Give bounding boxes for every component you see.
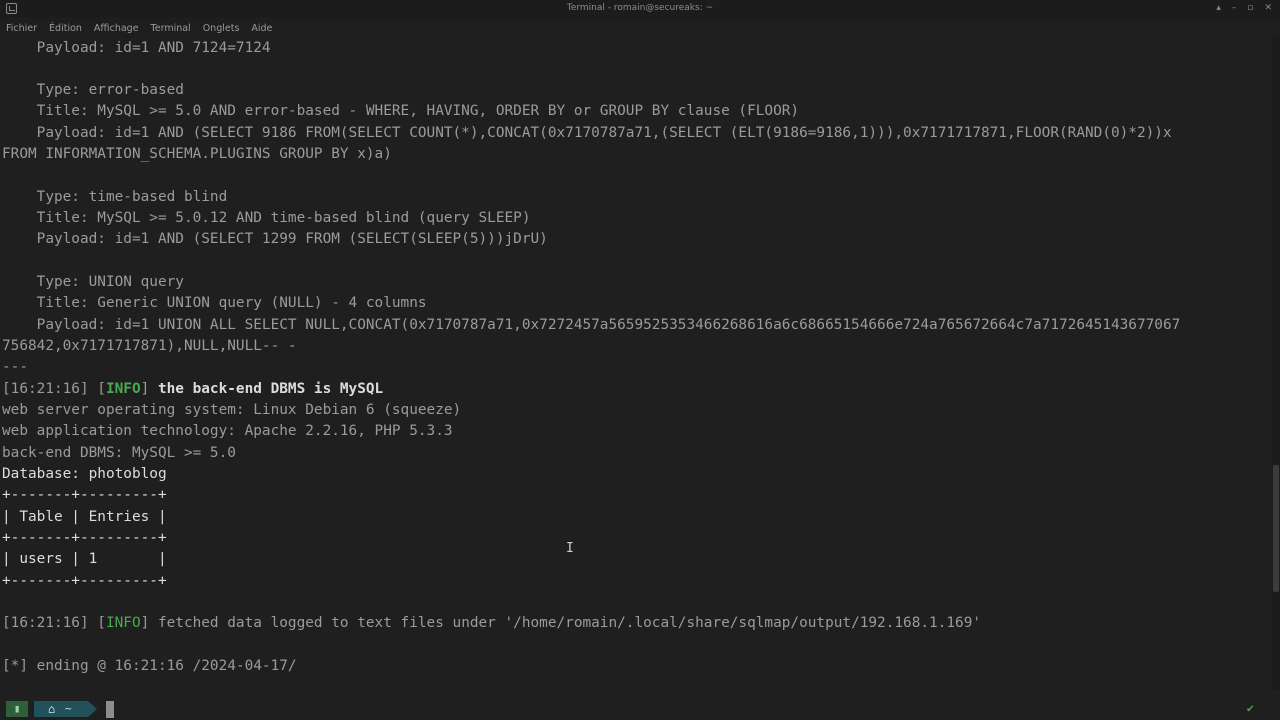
terminal-line: Title: MySQL >= 5.0 AND error-based - WH… [2, 103, 800, 119]
home-icon: ⌂ [48, 702, 56, 716]
scrollbar-thumb[interactable] [1273, 465, 1279, 592]
text-cursor[interactable] [106, 701, 114, 718]
prompt-path-segment: ⌂ ~ [34, 701, 88, 717]
shell-prompt[interactable]: ▮ ⌂ ~ ✔ [0, 698, 1280, 720]
menu-view[interactable]: Affichage [94, 23, 139, 34]
info-log-line: [16:21:16] [INFO] fetched data logged to… [2, 615, 982, 631]
menu-tabs[interactable]: Onglets [203, 23, 240, 34]
info-tag: INFO [105, 381, 141, 397]
info-tag: INFO [105, 615, 141, 631]
prompt-dir: ~ [65, 702, 72, 715]
terminal-line: Payload: id=1 AND (SELECT 1299 FROM (SEL… [2, 231, 548, 247]
menu-bar: Fichier Édition Affichage Terminal Ongle… [0, 18, 1280, 38]
title-bar: Terminal - romain@secureaks: ~ ▴ – ▫ ✕ [0, 0, 1280, 18]
scrollbar-track[interactable] [1272, 38, 1280, 690]
terminal-output[interactable]: Payload: id=1 AND 7124=7124 Type: error-… [0, 38, 1270, 690]
menu-file[interactable]: Fichier [6, 23, 37, 34]
menu-help[interactable]: Aide [251, 23, 272, 34]
window-controls: ▴ – ▫ ✕ [1216, 2, 1272, 14]
menu-edit[interactable]: Édition [49, 23, 82, 34]
window-title: Terminal - romain@secureaks: ~ [566, 3, 714, 13]
terminal-line: web server operating system: Linux Debia… [2, 402, 462, 418]
prompt-segment-icon: ▮ [6, 701, 28, 717]
table-border: +-------+---------+ [2, 487, 167, 503]
terminal-line: --- [2, 359, 28, 375]
menu-terminal[interactable]: Terminal [151, 23, 191, 34]
log-message: fetched data logged to text files under … [157, 615, 982, 631]
terminal-line: Type: UNION query [2, 274, 184, 290]
terminal-line: Type: error-based [2, 82, 184, 98]
terminal-line: Type: time-based blind [2, 189, 228, 205]
terminal-line: 756842,0x7171717871),NULL,NULL-- - [2, 338, 297, 354]
maximize-icon[interactable]: ▫ [1247, 2, 1253, 14]
prompt-arrow [88, 701, 97, 717]
terminal-line: [*] ending @ 16:21:16 /2024-04-17/ [2, 658, 297, 674]
terminal-line: Payload: id=1 UNION ALL SELECT NULL,CONC… [2, 317, 1181, 333]
terminal-line: FROM INFORMATION_SCHEMA.PLUGINS GROUP BY… [2, 146, 392, 162]
mouse-cursor-icon: I [566, 541, 574, 556]
terminal-line: Payload: id=1 AND (SELECT 9186 FROM(SELE… [2, 125, 1172, 141]
log-timestamp: [16:21:16] [2, 381, 89, 397]
close-icon[interactable]: ✕ [1264, 2, 1272, 14]
table-border: +-------+---------+ [2, 573, 167, 589]
terminal-line: Payload: id=1 AND 7124=7124 [2, 40, 271, 56]
check-icon: ✔ [1246, 701, 1254, 715]
terminal-line: web application technology: Apache 2.2.1… [2, 423, 453, 439]
table-border: +-------+---------+ [2, 530, 167, 546]
info-log-line: [16:21:16] [INFO] the back-end DBMS is M… [2, 381, 384, 397]
table-header: | Table | Entries | [2, 509, 167, 525]
log-message: the back-end DBMS is MySQL [157, 381, 384, 397]
log-timestamp: [16:21:16] [2, 615, 89, 631]
table-row: | users | 1 | [2, 551, 167, 567]
minimize-icon[interactable]: – [1232, 2, 1237, 14]
terminal-line: back-end DBMS: MySQL >= 5.0 [2, 445, 236, 461]
database-line: Database: photoblog [2, 466, 167, 482]
keep-above-icon[interactable]: ▴ [1216, 2, 1221, 14]
terminal-line: Title: Generic UNION query (NULL) - 4 co… [2, 295, 427, 311]
terminal-line: Title: MySQL >= 5.0.12 AND time-based bl… [2, 210, 531, 226]
